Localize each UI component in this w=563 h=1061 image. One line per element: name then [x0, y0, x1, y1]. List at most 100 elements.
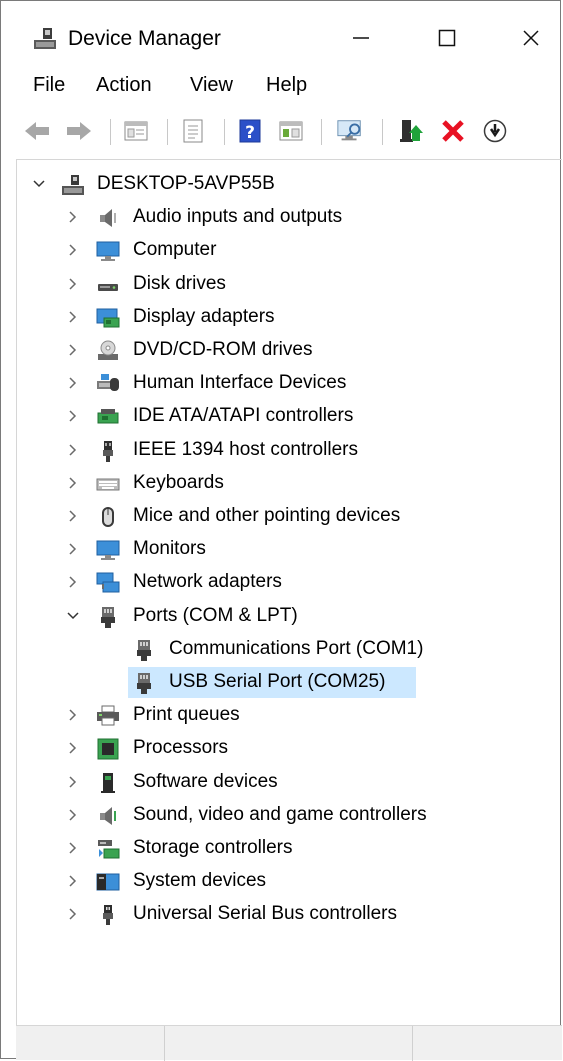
hid-icon [96, 372, 120, 396]
tree-category-item[interactable]: Computer [17, 235, 557, 266]
chevron-right-icon[interactable] [65, 906, 81, 922]
chevron-right-icon[interactable] [65, 508, 81, 524]
title-bar[interactable]: Device Manager [1, 1, 560, 69]
close-button[interactable] [501, 15, 561, 61]
tree-category-item[interactable]: IEEE 1394 host controllers [17, 435, 557, 466]
forward-icon[interactable] [65, 117, 93, 145]
menu-view[interactable]: View [190, 74, 233, 97]
menu-file[interactable]: File [33, 74, 65, 97]
tree-category-item[interactable]: Mice and other pointing devices [17, 501, 557, 532]
status-bar [16, 1025, 562, 1061]
chevron-right-icon[interactable] [65, 840, 81, 856]
properties-view-icon[interactable] [122, 117, 150, 145]
tree-category-item[interactable]: Sound, video and game controllers [17, 800, 557, 831]
chevron-right-icon[interactable] [65, 774, 81, 790]
tree-item-label: Print queues [133, 704, 240, 726]
chevron-right-icon[interactable] [65, 209, 81, 225]
port-icon [132, 671, 156, 695]
software-device-icon [96, 771, 120, 795]
chevron-right-icon[interactable] [65, 276, 81, 292]
tree-category-item[interactable]: Audio inputs and outputs [17, 202, 557, 233]
chevron-right-icon[interactable] [65, 541, 81, 557]
tree-root-computer[interactable]: DESKTOP-5AVP55B [17, 169, 557, 200]
tree-category-item[interactable]: Universal Serial Bus controllers [17, 899, 557, 930]
monitor-icon [96, 538, 120, 562]
speaker-icon [96, 206, 120, 230]
help-icon[interactable]: ? [236, 117, 264, 145]
minimize-button[interactable] [331, 15, 391, 61]
system-devices-icon [96, 870, 120, 894]
tree-item-label: DESKTOP-5AVP55B [97, 173, 275, 194]
tree-item-label: DVD/CD-ROM drives [133, 339, 313, 360]
tree-category-item[interactable]: Monitors [17, 534, 557, 565]
chevron-right-icon[interactable] [65, 807, 81, 823]
disk-drive-icon [96, 273, 120, 297]
chevron-right-icon[interactable] [65, 707, 81, 723]
tree-item-label: Ports (COM & LPT) [133, 604, 298, 626]
toolbar: ? [1, 109, 560, 153]
tree-item-label: IDE ATA/ATAPI controllers [133, 405, 354, 427]
tree-item-label: Monitors [133, 538, 206, 560]
toolbar-separator [110, 119, 111, 145]
tree-item-label: Computer [133, 239, 217, 261]
toolbar-separator [167, 119, 168, 145]
tree-category-item[interactable]: Storage controllers [17, 833, 557, 864]
tree-device-item[interactable]: USB Serial Port (COM25) [17, 667, 557, 698]
tree-category-item[interactable]: Human Interface Devices [17, 368, 557, 399]
tree-category-item[interactable]: DVD/CD-ROM drives [17, 335, 557, 366]
chevron-right-icon[interactable] [65, 873, 81, 889]
keyboard-icon [96, 472, 120, 496]
tree-category-item[interactable]: Display adapters [17, 302, 557, 333]
port-icon [96, 605, 120, 629]
chevron-right-icon[interactable] [65, 475, 81, 491]
update-driver-icon[interactable] [397, 117, 425, 145]
uninstall-icon[interactable] [439, 117, 467, 145]
window-title: Device Manager [68, 27, 221, 50]
menu-bar: File Action View Help [1, 71, 560, 103]
chevron-down-icon[interactable] [31, 176, 47, 192]
back-icon[interactable] [23, 117, 51, 145]
tree-item-label: Keyboards [133, 471, 224, 493]
chevron-right-icon[interactable] [65, 574, 81, 590]
chevron-right-icon[interactable] [65, 740, 81, 756]
chevron-right-icon[interactable] [65, 309, 81, 325]
chevron-down-icon[interactable] [65, 608, 81, 624]
tree-category-item[interactable]: Processors [17, 733, 557, 764]
chevron-right-icon[interactable] [65, 342, 81, 358]
chevron-right-icon[interactable] [65, 375, 81, 391]
tree-item-label: Disk drives [133, 272, 226, 294]
tree-category-item[interactable]: Network adapters [17, 567, 557, 598]
tree-item-label: Mice and other pointing devices [133, 505, 401, 526]
menu-action[interactable]: Action [96, 74, 152, 97]
device-manager-icon [32, 25, 58, 51]
tree-category-item[interactable]: Ports (COM & LPT) [17, 601, 557, 632]
tree-category-item[interactable]: Software devices [17, 767, 557, 798]
network-adapter-icon [96, 571, 120, 595]
tree-category-item[interactable]: Print queues [17, 700, 557, 731]
chevron-right-icon[interactable] [65, 408, 81, 424]
tree-item-label: Storage controllers [133, 837, 293, 858]
chevron-right-icon[interactable] [65, 242, 81, 258]
svg-text:?: ? [245, 123, 255, 143]
show-hidden-icon[interactable] [277, 117, 305, 145]
tree-item-label: USB Serial Port (COM25) [169, 671, 386, 692]
properties-icon[interactable] [179, 117, 207, 145]
status-divider [412, 1026, 413, 1061]
computer-root-icon [61, 173, 85, 197]
device-tree[interactable]: DESKTOP-5AVP55B Audio inputs and outputs C… [16, 159, 562, 1025]
tree-category-item[interactable]: Keyboards [17, 468, 557, 499]
tree-device-item[interactable]: Communications Port (COM1) [17, 634, 557, 665]
ieee1394-icon [96, 439, 120, 463]
menu-help[interactable]: Help [266, 74, 307, 97]
tree-item-label: Universal Serial Bus controllers [133, 903, 397, 925]
tree-category-item[interactable]: Disk drives [17, 269, 557, 300]
tree-item-label: Human Interface Devices [133, 372, 347, 394]
maximize-button[interactable] [417, 15, 477, 61]
tree-item-label: IEEE 1394 host controllers [133, 438, 358, 460]
tree-category-item[interactable]: IDE ATA/ATAPI controllers [17, 401, 557, 432]
tree-category-item[interactable]: System devices [17, 866, 557, 897]
storage-controller-icon [96, 837, 120, 861]
scan-hardware-icon[interactable] [336, 117, 364, 145]
chevron-right-icon[interactable] [65, 442, 81, 458]
disable-device-icon[interactable] [481, 117, 509, 145]
